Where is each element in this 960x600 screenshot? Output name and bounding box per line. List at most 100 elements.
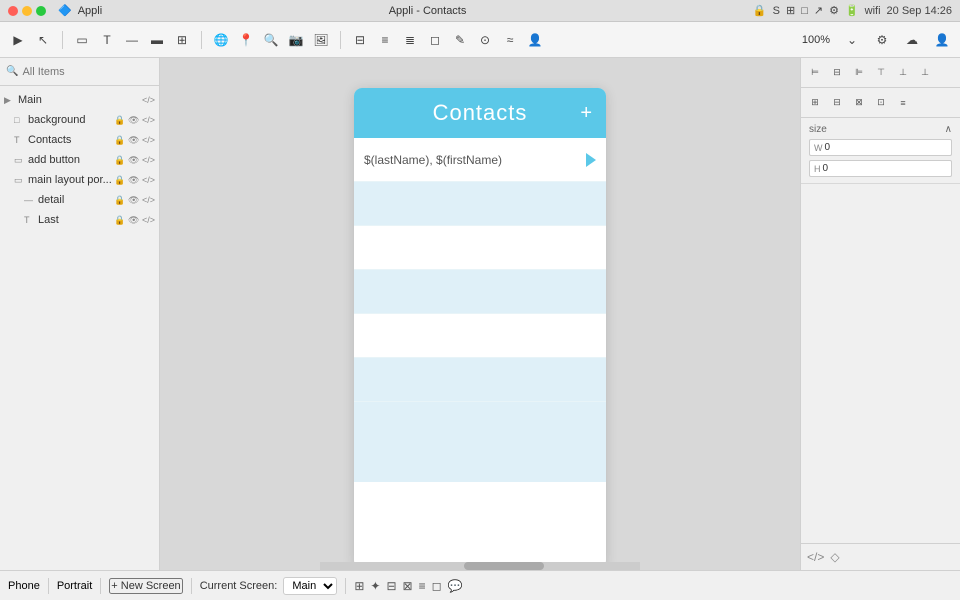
h-label: H	[814, 164, 821, 174]
rect-tool[interactable]: ▭	[70, 28, 94, 52]
system-icon-4: □	[801, 5, 808, 17]
group-icon2: —	[24, 195, 36, 205]
layer-icons: </>	[142, 95, 155, 105]
chat-icon[interactable]: 💬	[448, 579, 463, 593]
new-screen-btn[interactable]: + New Screen	[109, 578, 182, 594]
layer-item-background[interactable]: □ background 🔒 👁 </>	[0, 110, 159, 130]
play-button[interactable]: ▶	[6, 28, 30, 52]
search-input[interactable]	[22, 66, 164, 78]
align-center-h[interactable]: ⊟	[827, 63, 847, 83]
scrollbar-thumb[interactable]	[464, 562, 544, 570]
dist-h[interactable]: ⊞	[805, 93, 825, 113]
camera-tool[interactable]: 📷	[284, 28, 308, 52]
layer-icons: 🔒 👁 </>	[114, 215, 155, 226]
list-icon[interactable]: ≡	[419, 579, 426, 593]
search-icon: 🔍	[6, 66, 18, 77]
phone-row-3[interactable]	[354, 226, 606, 270]
align-bottom[interactable]: ⊥	[915, 63, 935, 83]
layer-item-add-button[interactable]: ▭ add button 🔒 👁 </>	[0, 150, 159, 170]
size-row: W 0	[809, 139, 952, 156]
shape-tool[interactable]: ▬	[145, 28, 169, 52]
text-tool[interactable]: T	[95, 28, 119, 52]
code-view-icon[interactable]: </>	[807, 550, 824, 564]
layer-name: add button	[28, 154, 80, 166]
component-tool[interactable]: ⊟	[348, 28, 372, 52]
canvas-area[interactable]: Contacts + $(lastName), $(firstName)	[160, 58, 800, 570]
sep2	[201, 31, 202, 49]
layer-name: main layout por...	[28, 174, 112, 186]
profile-btn[interactable]: 👤	[930, 28, 954, 52]
portrait-label: Portrait	[57, 580, 92, 592]
phone-row-first[interactable]: $(lastName), $(firstName)	[354, 138, 606, 182]
align-tools: ⊨ ⊟ ⊫ ⊤ ⊥ ⊥	[805, 63, 935, 83]
zoom-options[interactable]: ⌄	[840, 28, 864, 52]
canvas-scrollbar[interactable]	[320, 562, 640, 570]
globe-tool[interactable]: 🌐	[209, 28, 233, 52]
layer-item-detail[interactable]: — detail 🔒 👁 </>	[0, 190, 159, 210]
system-icon-6: ⚙	[829, 4, 839, 17]
layer-item-contacts[interactable]: T Contacts 🔒 👁 </>	[0, 130, 159, 150]
phone-row-5[interactable]	[354, 314, 606, 358]
phone-frame: Contacts + $(lastName), $(firstName)	[354, 88, 606, 568]
minimize-btn[interactable]	[22, 6, 32, 16]
flow-icon[interactable]: ◻	[432, 579, 442, 593]
phone-row-2[interactable]	[354, 182, 606, 226]
map-tool[interactable]: 📍	[234, 28, 258, 52]
data-icon[interactable]: ⊠	[403, 579, 413, 593]
zoom-level: 100%	[798, 34, 834, 46]
component-icon[interactable]: ⊞	[354, 579, 364, 593]
user-tool[interactable]: 👤	[523, 28, 547, 52]
align-center-v[interactable]: ⊥	[893, 63, 913, 83]
close-btn[interactable]	[8, 6, 18, 16]
edit-tool[interactable]: ✎	[448, 28, 472, 52]
line-tool[interactable]: —	[120, 28, 144, 52]
orientation: Portrait	[57, 580, 92, 592]
cloud-btn[interactable]: ☁	[900, 28, 924, 52]
dist-v[interactable]: ⊟	[827, 93, 847, 113]
phone-row-4[interactable]	[354, 270, 606, 314]
sep-bottom-2	[100, 578, 101, 594]
top-bar-right: 🔒 S ⊞ □ ↗ ⚙ 🔋 wifi 20 Sep 14:26	[753, 4, 952, 17]
system-icon-3: ⊞	[786, 4, 795, 17]
align-top[interactable]: ⊤	[871, 63, 891, 83]
chart-tool[interactable]: ≣	[398, 28, 422, 52]
stack-icon[interactable]: ⊟	[386, 579, 396, 593]
layer-item-main-layout[interactable]: ▭ main layout por... 🔒 👁 </>	[0, 170, 159, 190]
layer-item-main[interactable]: ▶ Main </>	[0, 90, 159, 110]
right-panel-toolbar: ⊨ ⊟ ⊫ ⊤ ⊥ ⊥	[801, 58, 960, 88]
text-icon2: T	[24, 215, 36, 225]
phone-row-arrow	[586, 153, 596, 167]
system-icon-5: ↗	[814, 4, 823, 17]
search-tool[interactable]: 🔍	[259, 28, 283, 52]
width-field[interactable]: W 0	[809, 139, 952, 156]
datetime: 20 Sep 14:26	[887, 5, 952, 17]
phone-add-button[interactable]: +	[580, 102, 592, 125]
expand-icon[interactable]: ∧	[945, 124, 952, 135]
toolbar-more: ⊟ ≡ ≣ ◻ ✎ ⊙ ≈ 👤	[348, 28, 547, 52]
grid-view[interactable]: ⊡	[871, 93, 891, 113]
link-tool[interactable]: ⊙	[473, 28, 497, 52]
screen-select[interactable]: Main	[283, 577, 337, 595]
layer-icons: 🔒 👁 </>	[114, 175, 155, 186]
layer-icons: 🔒 👁 </>	[114, 115, 155, 126]
cursor-tool[interactable]: ↖	[31, 28, 55, 52]
settings-btn[interactable]: ⚙	[870, 28, 894, 52]
phone-row-6[interactable]	[354, 358, 606, 402]
gesture-tool[interactable]: ≈	[498, 28, 522, 52]
maximize-btn[interactable]	[36, 6, 46, 16]
align-right[interactable]: ⊫	[849, 63, 869, 83]
system-icon-1: 🔒	[753, 4, 767, 17]
align-left[interactable]: ⊨	[805, 63, 825, 83]
text-icon: T	[14, 135, 26, 145]
element-icon[interactable]: ✦	[370, 579, 380, 593]
resize[interactable]: ⊠	[849, 93, 869, 113]
preview-icon[interactable]: ◇	[830, 550, 839, 564]
battery-icon: 🔋	[845, 4, 859, 17]
grid-tool[interactable]: ⊞	[170, 28, 194, 52]
timer-tool[interactable]: ≡	[373, 28, 397, 52]
screen-tool[interactable]: ◻	[423, 28, 447, 52]
list-view[interactable]: ≡	[893, 93, 913, 113]
height-field[interactable]: H 0	[809, 160, 952, 177]
layer-item-last[interactable]: T Last 🔒 👁 </>	[0, 210, 159, 230]
image-tool[interactable]: 🖼	[309, 28, 333, 52]
